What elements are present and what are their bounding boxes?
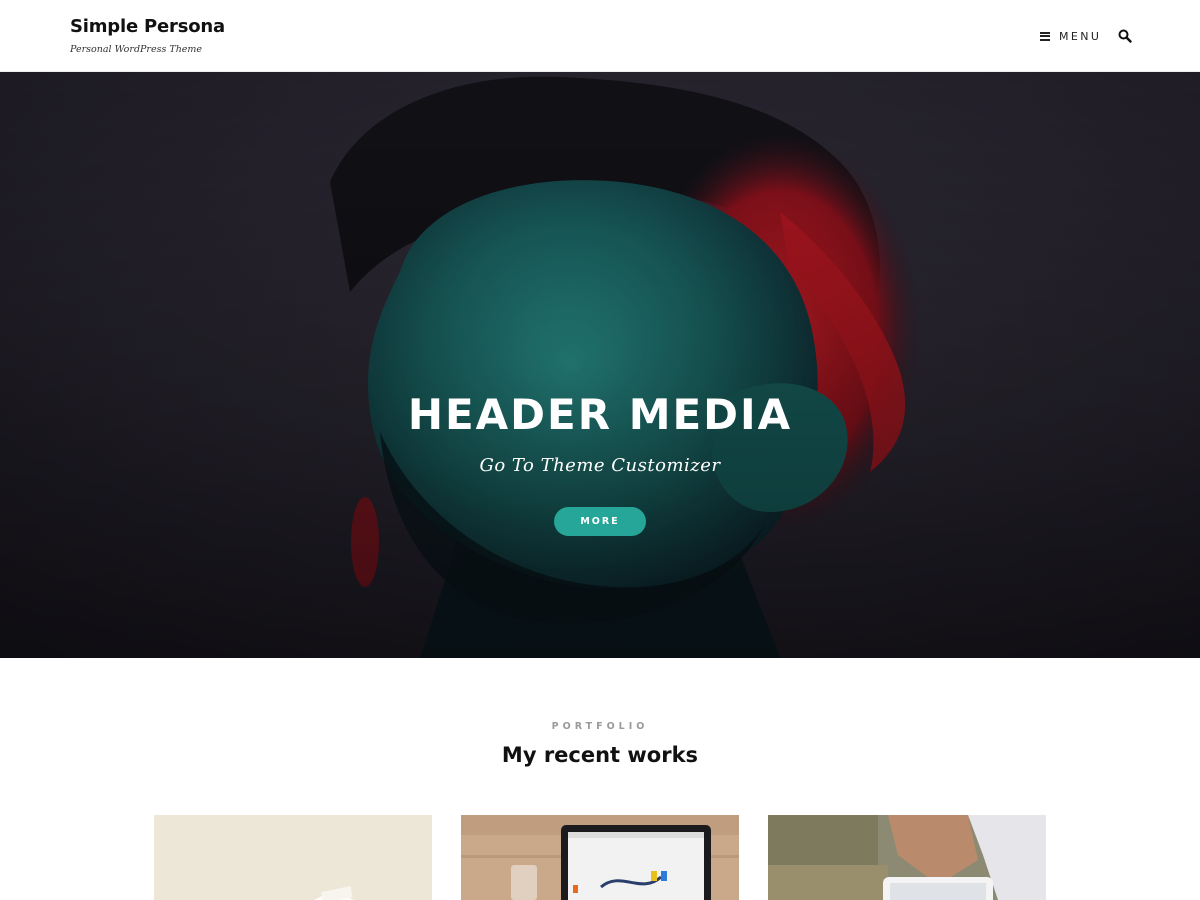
portfolio-section-title: My recent works [501, 743, 699, 767]
menu-toggle-button[interactable]: MENU [1040, 26, 1101, 46]
portfolio-image [461, 815, 739, 900]
site-title-link[interactable]: Simple Persona [70, 16, 225, 37]
hero-header-media: HEADER MEDIA Go To Theme Customizer MORE [0, 72, 1200, 658]
hero-subtitle: Go To Theme Customizer [479, 455, 721, 476]
portfolio-item-1[interactable] [154, 815, 432, 900]
portfolio-image [768, 815, 1046, 900]
menu-label: MENU [1059, 29, 1102, 43]
search-button[interactable] [1117, 28, 1133, 44]
portfolio-section-label: PORTFOLIO [551, 721, 649, 732]
hamburger-icon [1040, 31, 1050, 41]
portfolio-item-3[interactable] [768, 815, 1046, 900]
hero-title: HEADER MEDIA [407, 390, 793, 439]
search-icon [1118, 29, 1132, 43]
hero-background-image [0, 72, 1200, 658]
portfolio-image [154, 815, 432, 900]
more-button[interactable]: MORE [554, 507, 646, 536]
portfolio-item-2[interactable] [461, 815, 739, 900]
site-header: Simple Persona Personal WordPress Theme … [0, 0, 1200, 72]
site-tagline: Personal WordPress Theme [70, 44, 203, 55]
branding: Simple Persona Personal WordPress Theme [70, 16, 225, 55]
